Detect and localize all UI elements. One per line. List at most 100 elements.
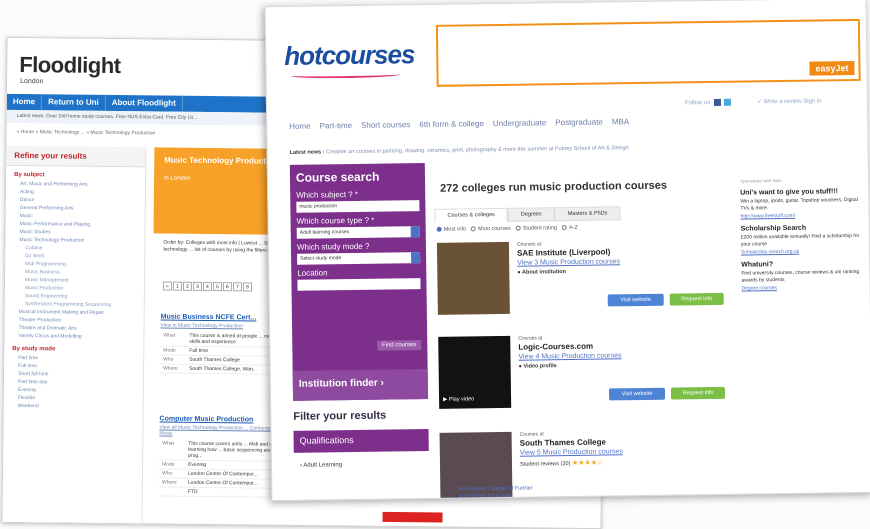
- subject-filter-item[interactable]: Variety Circus and Modelling: [18, 332, 143, 341]
- sponsor-url[interactable]: Degree courses: [742, 284, 862, 291]
- courses-at-label: Courses at: [519, 431, 544, 438]
- hotcourses-logo[interactable]: hotcourses: [284, 39, 415, 72]
- sort-a-z[interactable]: A-Z: [561, 224, 578, 231]
- magazine-collage: Floodlight London Home Return to Uni Abo…: [0, 0, 870, 529]
- about-institution-link[interactable]: ● About institution: [517, 269, 566, 276]
- radio-icon: [470, 226, 477, 232]
- twitter-icon[interactable]: [723, 98, 731, 106]
- floodlight-location: London: [20, 78, 44, 86]
- detail-key: Mode: [159, 459, 186, 470]
- nav-return-to-uni[interactable]: Return to Uni: [42, 94, 106, 111]
- course-type-select[interactable]: Adult learning courses: [296, 226, 420, 239]
- detail-key: Mode: [160, 345, 187, 356]
- institution-photo[interactable]: [436, 241, 510, 315]
- menu-item[interactable]: 6th form & college: [419, 119, 484, 129]
- reviews-label: Student reviews (20): [519, 461, 571, 468]
- subject-filter-item[interactable]: Art, Music and Performing Arts: [20, 180, 145, 189]
- visit-website-button[interactable]: Visit website: [608, 387, 666, 401]
- menu-item[interactable]: Undergraduate: [493, 118, 546, 128]
- detail-row: FTD: [158, 486, 289, 498]
- tab-degrees[interactable]: Degrees: [507, 207, 555, 222]
- request-info-button[interactable]: Request info: [669, 292, 724, 306]
- follow-us: Follow us: [685, 98, 731, 106]
- sponsor-url[interactable]: Scholarship-search.org.uk: [741, 248, 861, 256]
- detail-key: What: [160, 331, 187, 347]
- banner-ad[interactable]: easyJet: [435, 18, 861, 87]
- view-courses-link[interactable]: View 4 Music Production courses: [518, 352, 621, 360]
- study-mode-select[interactable]: Select study mode: [297, 252, 421, 265]
- nav-home[interactable]: Home: [6, 93, 43, 111]
- course-search-title: Course search: [295, 169, 380, 185]
- menu-item[interactable]: Postgraduate: [555, 118, 603, 128]
- view-courses-link[interactable]: View 5 Music Production courses: [520, 448, 623, 456]
- menu-item[interactable]: Home: [289, 122, 310, 131]
- sponsor-text: Find university courses, course reviews …: [741, 268, 860, 284]
- qualifications-dropdown[interactable]: Qualifications: [293, 428, 429, 453]
- pager-page-button[interactable]: 6: [222, 282, 233, 292]
- pagination: «1 2 3 4 5 6 7 8: [162, 281, 253, 292]
- pager-page-button[interactable]: 4: [202, 281, 213, 292]
- pager-page-button[interactable]: 1: [172, 281, 183, 291]
- star-rating: ★★★★☆: [571, 459, 604, 467]
- floodlight-logo[interactable]: Floodlight: [19, 52, 121, 79]
- filter-title: Filter your results: [293, 409, 387, 423]
- main-menu: Home Part-time Short courses 6th form & col…: [289, 117, 629, 131]
- pager-page-button[interactable]: 5: [212, 282, 223, 292]
- subject-list: Art, Music and Performing Arts Acting Danc…: [4, 180, 145, 341]
- pager-page-button[interactable]: 7: [232, 282, 243, 292]
- sort-options: Most info Most courses Student rating A-…: [436, 224, 578, 233]
- menu-item[interactable]: Short courses: [361, 120, 410, 130]
- mode-list: Part time Full time Short full time Part ti…: [4, 354, 144, 411]
- sort-student-rating[interactable]: Student rating: [515, 225, 558, 232]
- sort-label: Most courses: [477, 225, 511, 233]
- tab-courses-colleges[interactable]: Courses & colleges: [434, 207, 508, 223]
- video-profile-link[interactable]: ● Video profile: [519, 363, 557, 370]
- sort-label: Most info: [443, 226, 467, 233]
- play-label: Play video: [448, 396, 475, 403]
- institution-name[interactable]: SAE Institute (Liverpool): [517, 247, 610, 257]
- view-courses-link[interactable]: View 3 Music Production courses: [517, 258, 620, 266]
- tab-masters-phds[interactable]: Masters & PhDs: [554, 206, 621, 222]
- write-review-link[interactable]: ✓ Write a review Sign in: [757, 97, 822, 105]
- sort-label: A-Z: [568, 224, 578, 231]
- sort-label: Student rating: [522, 225, 558, 232]
- about-label: About institution: [521, 269, 567, 276]
- student-reviews[interactable]: Student reviews (20) ★★★★☆: [520, 459, 603, 468]
- menu-item[interactable]: MBA: [612, 117, 629, 126]
- play-video-button[interactable]: ▶ Play video: [443, 396, 474, 402]
- institution-finder-button[interactable]: Institution finder ›: [292, 368, 429, 401]
- sort-most-info[interactable]: Most info: [436, 226, 467, 233]
- detail-key: Who: [160, 354, 187, 365]
- adult-learning-link[interactable]: › Adult Learning: [300, 462, 342, 469]
- pager-prev-button[interactable]: «: [162, 281, 173, 291]
- red-button[interactable]: [382, 511, 443, 523]
- find-courses-button[interactable]: Find courses: [376, 340, 422, 351]
- facebook-icon[interactable]: [713, 98, 722, 106]
- sponsor-title[interactable]: Uni's want to give you stuff!!!: [740, 188, 860, 196]
- visit-website-button[interactable]: Visit website: [607, 293, 664, 307]
- sponsor-title[interactable]: Scholarship Search: [741, 224, 861, 233]
- sort-most-courses[interactable]: Most courses: [470, 225, 511, 233]
- location-input[interactable]: [297, 278, 421, 291]
- institution-name[interactable]: Logic-Courses.com: [518, 342, 593, 352]
- pager-page-button[interactable]: 2: [182, 281, 193, 291]
- menu-item[interactable]: Part-time: [320, 121, 353, 130]
- detail-key: What: [159, 439, 186, 461]
- sponsored-links: Sponsored web links Uni's want to give y…: [740, 177, 862, 292]
- pager-page-button[interactable]: 3: [192, 281, 203, 291]
- result-tabs: Courses & colleges Degrees Masters & PhD…: [434, 206, 621, 223]
- pager-page-button[interactable]: 8: [242, 282, 253, 292]
- hotcourses-page: hotcourses easyJet Follow us ✓ Write a r…: [264, 0, 870, 502]
- radio-icon: [436, 226, 442, 232]
- institution-name[interactable]: South Thames College: [520, 438, 606, 448]
- detail-key: Where: [160, 363, 187, 374]
- latest-news: Latest news : Creative art courses in pa…: [290, 145, 629, 156]
- sponsor-title[interactable]: Whatuni?: [741, 260, 861, 268]
- breadcrumb[interactable]: » Home » Music Technology ... » Music Te…: [17, 129, 156, 136]
- nav-about[interactable]: About Floodlight: [105, 94, 183, 112]
- results-banner-subtitle: in London: [164, 175, 191, 182]
- mode-filter-item[interactable]: Weekend: [18, 402, 143, 411]
- sponsor-url[interactable]: http://www.freestuff.com/: [741, 212, 861, 220]
- request-info-button[interactable]: Request info: [670, 386, 726, 400]
- news-text[interactable]: Creative art courses in painting, drawin…: [324, 145, 629, 155]
